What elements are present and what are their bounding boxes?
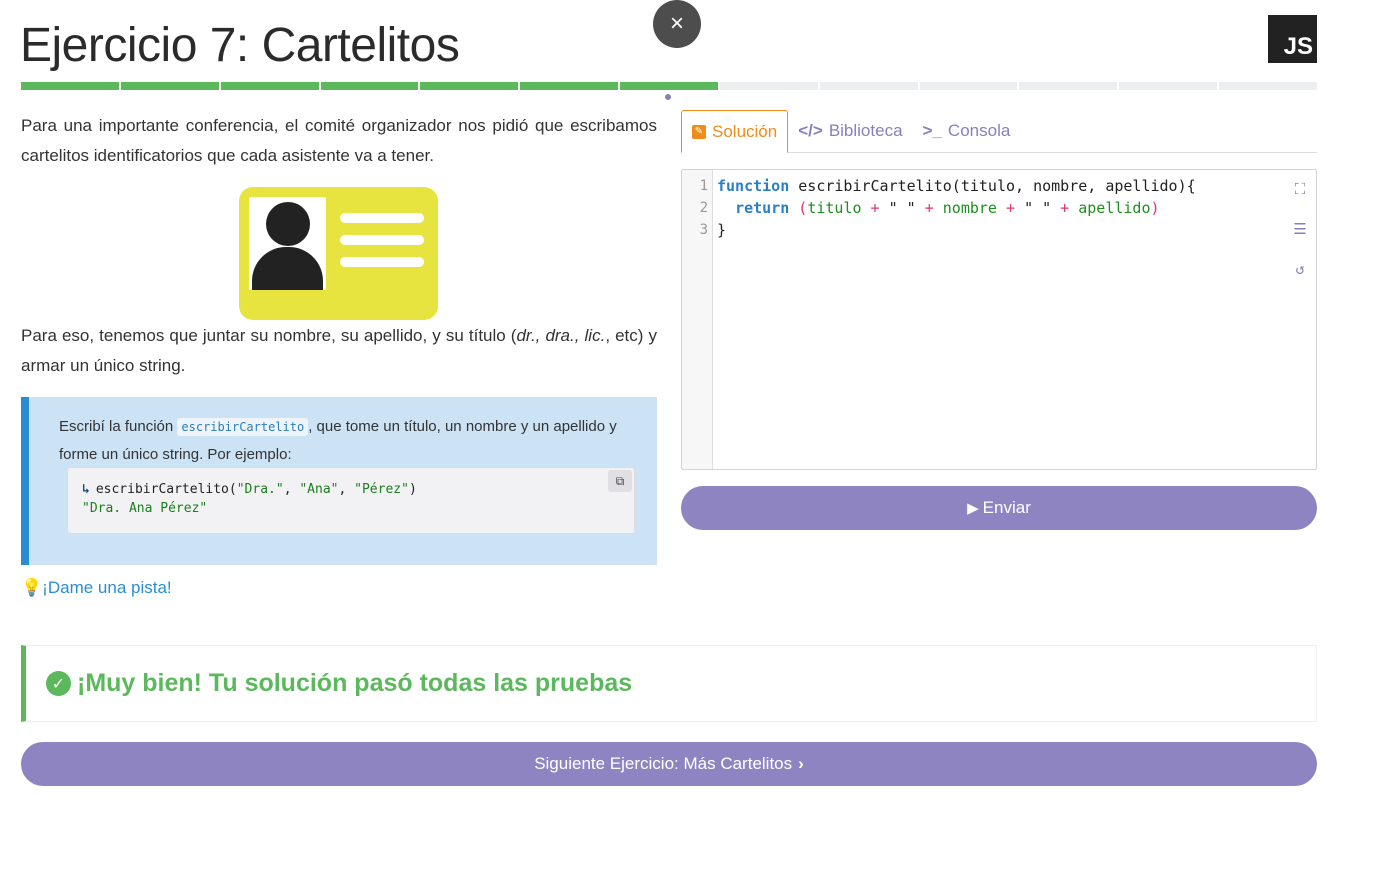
success-message: ✓ ¡Muy bien! Tu solución pasó todas las … [21, 645, 1317, 722]
progress-segment[interactable] [919, 82, 1018, 90]
chevron-right-icon: › [798, 754, 804, 773]
close-button[interactable]: × [653, 0, 701, 48]
tab-consola[interactable]: >_ Consola [913, 110, 1021, 152]
id-card-illustration [239, 187, 438, 320]
progress-segment[interactable] [1219, 82, 1317, 90]
hint-link[interactable]: 💡¡Dame una pista! [21, 578, 172, 598]
check-circle-icon: ✓ [46, 671, 71, 696]
tab-solucion[interactable]: ✎ Solución [681, 110, 789, 153]
reset-icon[interactable]: ↺ [1290, 259, 1310, 279]
lightbulb-icon: 💡 [21, 578, 43, 597]
progress-segment[interactable] [520, 82, 619, 90]
progress-segment[interactable] [620, 82, 718, 90]
description-paragraph-1: Para una importante conferencia, el comi… [21, 116, 657, 165]
indent-icon[interactable]: ☰ [1290, 219, 1310, 239]
progress-segment[interactable] [120, 82, 219, 90]
code-content[interactable]: function escribirCartelito(titulo, nombr… [717, 175, 1196, 241]
play-icon: ▶ [967, 500, 979, 517]
terminal-icon: >_ [922, 121, 942, 140]
copy-icon[interactable]: ⧉ [608, 470, 632, 492]
person-photo-icon [249, 197, 326, 290]
code-line-1: function escribirCartelito(titulo, nombr… [717, 177, 1196, 195]
progress-segment[interactable] [1019, 82, 1118, 90]
close-icon[interactable]: × [670, 10, 684, 38]
progress-segment[interactable] [819, 82, 918, 90]
description-paragraph-2: Para eso, tenemos que juntar su nombre, … [21, 326, 657, 375]
progress-segment[interactable] [719, 82, 818, 90]
next-exercise-button[interactable]: Siguiente Ejercicio: Más Cartelitos › [21, 742, 1317, 786]
submit-button[interactable]: ▶ Enviar [681, 486, 1317, 530]
code-line-2: return (titulo + " " + nombre + " " + ap… [735, 199, 1160, 217]
js-logo: JS [1268, 15, 1317, 63]
prompt-icon: ↳ [82, 482, 90, 497]
code-editor[interactable]: 1 2 3 function escribirCartelito(titulo,… [681, 169, 1317, 470]
fullscreen-icon[interactable]: ⛶ [1290, 179, 1310, 199]
editor-tabs: ✎ Solución </> Biblioteca >_ Consola [681, 110, 1317, 153]
code-icon: </> [798, 121, 823, 140]
example-result: "Dra. Ana Pérez" [82, 501, 208, 516]
line-number-gutter: 1 2 3 [682, 170, 713, 469]
task-box: Escribí la función escribirCartelito, qu… [21, 397, 657, 565]
code-line-3: } [717, 221, 727, 239]
example-call: ↳ escribirCartelito("Dra.", "Ana", "Pérez… [82, 482, 417, 497]
progress-segment[interactable] [1119, 82, 1218, 90]
current-exercise-marker [665, 94, 671, 100]
page-title: Ejercicio 7: Cartelitos [20, 19, 460, 72]
edit-icon: ✎ [692, 124, 706, 139]
progress-segment[interactable] [21, 82, 119, 90]
example-code-block: ⧉ ↳ escribirCartelito("Dra.", "Ana", "Pér… [67, 467, 635, 534]
tab-biblioteca[interactable]: </> Biblioteca [788, 110, 912, 152]
exercise-progress-bar [21, 82, 1317, 90]
progress-segment[interactable] [320, 82, 419, 90]
progress-segment[interactable] [420, 82, 519, 90]
progress-segment[interactable] [220, 82, 319, 90]
function-name-code: escribirCartelito [177, 418, 309, 436]
